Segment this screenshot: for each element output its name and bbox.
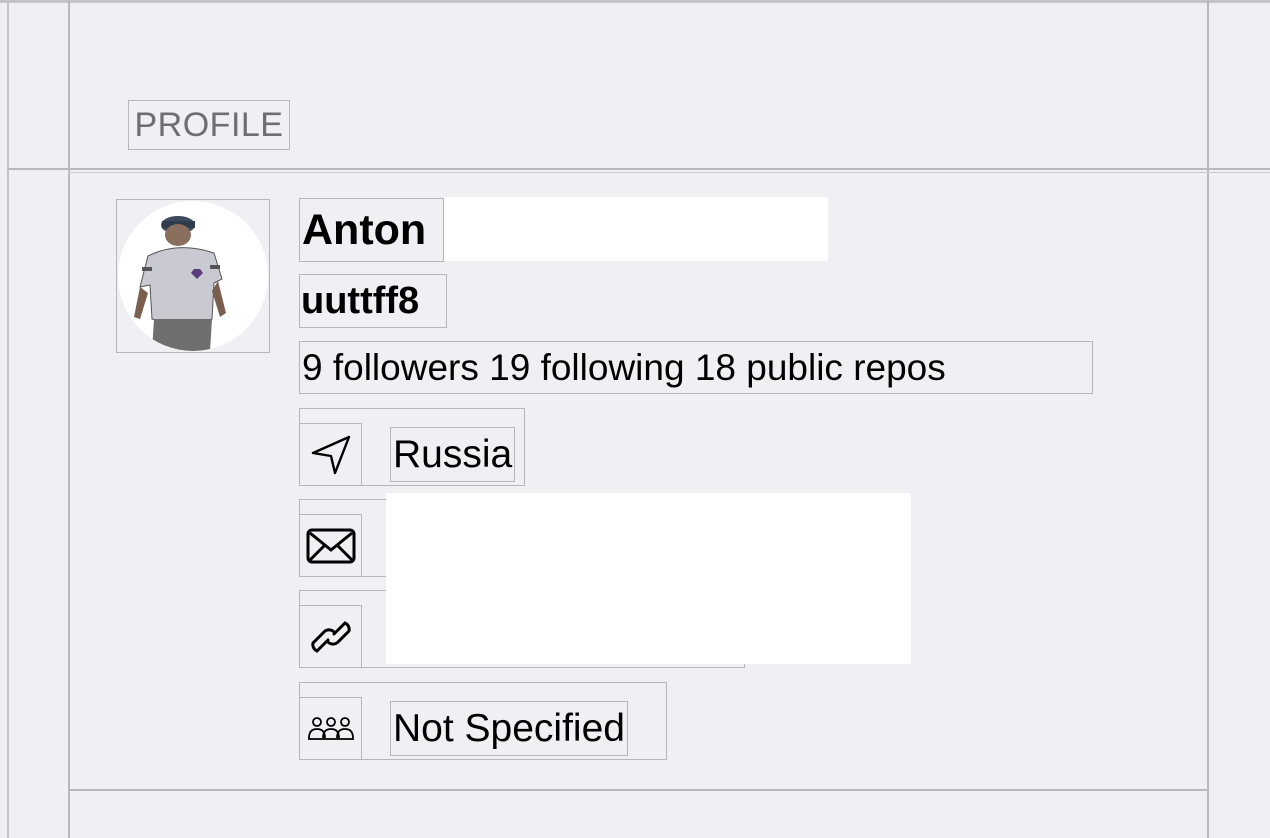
left-border — [7, 0, 9, 838]
detail-row-company[interactable]: Not Specified — [299, 682, 667, 760]
detail-row-location[interactable]: Russia — [299, 408, 525, 486]
section-top-separator — [68, 172, 1270, 173]
people-icon — [299, 697, 362, 760]
content-left-divider — [68, 0, 70, 838]
detail-label-location: Russia — [389, 427, 516, 482]
section-bottom-separator — [68, 789, 1209, 791]
location-arrow-icon — [299, 423, 362, 486]
content-right-divider — [1207, 0, 1209, 838]
redaction-block — [386, 493, 911, 664]
avatar[interactable] — [116, 199, 270, 353]
header-separator — [7, 168, 1270, 170]
redaction-block — [444, 197, 828, 261]
envelope-icon — [299, 514, 362, 577]
profile-name: Anton — [299, 198, 444, 262]
top-border — [0, 0, 1270, 3]
profile-login: uuttff8 — [299, 274, 447, 328]
profile-stats: 9 followers 19 following 18 public repos — [299, 341, 1093, 394]
detail-label-company: Not Specified — [390, 701, 628, 756]
avatar-image — [118, 201, 268, 351]
profile-screen: PROFILE Anton uuttff8 9 followers 19 fol… — [0, 0, 1270, 838]
section-header-profile: PROFILE — [128, 100, 290, 150]
link-icon — [299, 605, 362, 668]
